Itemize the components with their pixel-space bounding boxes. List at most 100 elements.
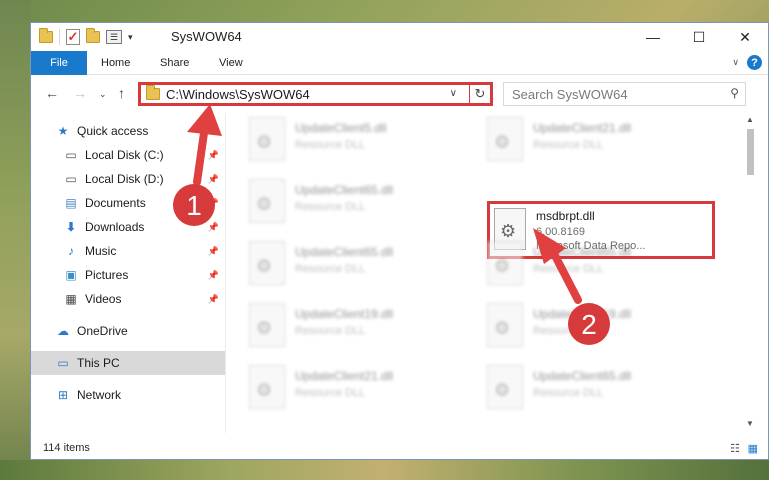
- sidebar-item-label: Music: [85, 244, 117, 258]
- scrollbar-thumb[interactable]: [747, 129, 754, 175]
- star-icon: ★: [57, 124, 69, 138]
- desktop-background-bottom: [0, 460, 769, 480]
- address-bar[interactable]: C:\Windows\SysWOW64 ∨: [138, 82, 490, 106]
- sidebar-item-onedrive[interactable]: ☁ OneDrive: [31, 319, 225, 343]
- cloud-icon: ☁: [57, 324, 69, 338]
- sidebar-item-network[interactable]: ⊞ Network: [31, 383, 225, 407]
- new-folder-icon[interactable]: [86, 28, 100, 43]
- minimize-icon[interactable]: —: [630, 23, 676, 51]
- recent-locations-chevron-icon[interactable]: ⌄: [99, 89, 107, 100]
- quick-access-toolbar: ✓ ☰ ▾: [39, 28, 133, 46]
- file-description: Resource DLL: [295, 325, 366, 337]
- tab-home[interactable]: Home: [101, 51, 130, 75]
- scroll-down-arrow-icon[interactable]: ▼: [746, 419, 754, 428]
- search-icon: ⚲: [730, 86, 739, 100]
- scroll-up-arrow-icon[interactable]: ▲: [746, 115, 754, 124]
- sidebar-item-downloads[interactable]: ⬇ Downloads 📌: [31, 215, 225, 239]
- sidebar-item-videos[interactable]: ▦ Videos 📌: [31, 287, 225, 311]
- file-description: Resource DLL: [295, 139, 366, 151]
- file-name: UpdateClient21.dll: [533, 121, 632, 135]
- sidebar-item-label: Local Disk (D:): [85, 172, 164, 186]
- file-name: msdbrpt.dll: [536, 209, 595, 223]
- file-name: UpdateClient19.dll: [533, 307, 632, 321]
- expand-ribbon-chevron-icon[interactable]: ∨: [732, 57, 739, 68]
- pin-icon[interactable]: 📌: [208, 174, 219, 185]
- file-name: UpdateClient65.dll: [295, 183, 394, 197]
- sidebar-item-label: Downloads: [85, 220, 145, 234]
- music-note-icon: ♪: [68, 244, 74, 258]
- back-arrow-icon[interactable]: ←: [45, 85, 59, 101]
- pin-icon[interactable]: 📌: [208, 294, 219, 305]
- tab-share[interactable]: Share: [160, 51, 189, 75]
- pin-icon[interactable]: 📌: [208, 270, 219, 281]
- toolbar-separator: [59, 29, 60, 45]
- file-tile[interactable]: UpdateClient21.dll Resource DLL: [249, 365, 479, 417]
- up-arrow-icon[interactable]: ↑: [118, 85, 125, 101]
- file-name: UpdateClient65.dll: [295, 245, 394, 259]
- ribbon-tabs: File Home Share View ∨ ?: [31, 51, 768, 75]
- pin-icon[interactable]: 📌: [208, 246, 219, 257]
- tab-file[interactable]: File: [31, 51, 87, 75]
- pin-icon[interactable]: 📌: [208, 222, 219, 233]
- forward-arrow-icon[interactable]: →: [73, 85, 87, 101]
- maximize-icon[interactable]: ☐: [676, 23, 722, 51]
- file-tile[interactable]: UpdateClient65.dll Resource DLL: [487, 241, 717, 293]
- sidebar-item-documents[interactable]: ▤ Documents 📌: [31, 191, 225, 215]
- tab-view[interactable]: View: [219, 51, 243, 75]
- address-dropdown-chevron-icon[interactable]: ∨: [450, 88, 457, 99]
- file-description: Resource DLL: [533, 387, 604, 399]
- sidebar-item-local-disk-d[interactable]: ▭ Local Disk (D:) 📌: [31, 167, 225, 191]
- sidebar-item-music[interactable]: ♪ Music 📌: [31, 239, 225, 263]
- file-tile[interactable]: UpdateClient65.dll Resource DLL: [487, 365, 717, 417]
- download-arrow-icon: ⬇: [65, 220, 77, 234]
- details-view-icon[interactable]: ☷: [730, 442, 740, 455]
- dll-file-icon: [249, 179, 285, 223]
- file-list: UpdateClient5.dll Resource DLL UpdateCli…: [231, 113, 743, 433]
- file-description: Resource DLL: [295, 263, 366, 275]
- file-tile[interactable]: UpdateClient19.dll Resource DLL: [487, 303, 717, 355]
- pin-icon[interactable]: 📌: [208, 150, 219, 161]
- pin-icon[interactable]: 📌: [208, 198, 219, 209]
- file-description: Resource DLL: [533, 325, 604, 337]
- refresh-icon[interactable]: ↻: [469, 82, 493, 106]
- sidebar-item-local-disk-c[interactable]: ▭ Local Disk (C:) 📌: [31, 143, 225, 167]
- file-description: Resource DLL: [295, 387, 366, 399]
- close-icon[interactable]: ✕: [722, 23, 768, 51]
- help-icon[interactable]: ?: [747, 55, 762, 70]
- sidebar-item-pictures[interactable]: ▣ Pictures 📌: [31, 263, 225, 287]
- properties-check-icon[interactable]: ✓: [66, 29, 80, 45]
- file-description: Resource DLL: [533, 263, 604, 275]
- search-input[interactable]: Search SysWOW64 ⚲: [503, 82, 746, 106]
- dll-file-icon: [487, 117, 523, 161]
- view-options-icon[interactable]: ☰: [106, 30, 122, 44]
- pane-divider[interactable]: [225, 113, 226, 433]
- file-tile[interactable]: UpdateClient65.dll Resource DLL: [249, 179, 479, 231]
- folder-icon: [146, 85, 160, 100]
- dll-file-icon: [249, 303, 285, 347]
- sidebar-item-label: Quick access: [77, 124, 149, 138]
- file-tile[interactable]: UpdateClient19.dll Resource DLL: [249, 303, 479, 355]
- file-description: Resource DLL: [533, 139, 604, 151]
- status-bar: 114 items ☷ ▦: [31, 437, 768, 459]
- file-description: Resource DLL: [295, 201, 366, 213]
- sidebar-item-label: Videos: [85, 292, 122, 306]
- address-path: C:\Windows\SysWOW64: [166, 86, 310, 102]
- file-tile[interactable]: UpdateClient5.dll Resource DLL: [249, 117, 479, 169]
- network-icon: ⊞: [57, 388, 69, 402]
- navigation-bar: ← → ⌄ ↑ C:\Windows\SysWOW64 ∨ ↻ Search S…: [31, 79, 768, 109]
- sidebar-item-this-pc[interactable]: ▭ This PC: [31, 351, 225, 375]
- sidebar-item-quick-access[interactable]: ★ Quick access: [31, 119, 225, 143]
- navigation-pane: ★ Quick access ▭ Local Disk (C:) 📌 ▭ Loc…: [31, 113, 225, 433]
- file-name: UpdateClient65.dll: [533, 369, 632, 383]
- large-icons-view-icon[interactable]: ▦: [748, 442, 758, 455]
- drive-icon: ▭: [65, 172, 77, 186]
- dll-file-icon: [249, 117, 285, 161]
- ribbon-right-controls: ∨ ?: [732, 55, 762, 70]
- window-title: SysWOW64: [171, 29, 242, 44]
- customize-toolbar-chevron-icon[interactable]: ▾: [128, 32, 133, 43]
- file-tile[interactable]: UpdateClient65.dll Resource DLL: [249, 241, 479, 293]
- file-tile[interactable]: UpdateClient21.dll Resource DLL: [487, 117, 717, 169]
- dll-file-icon: [487, 365, 523, 409]
- search-placeholder: Search SysWOW64: [512, 86, 628, 102]
- vertical-scrollbar[interactable]: ▲ ▼: [743, 113, 757, 433]
